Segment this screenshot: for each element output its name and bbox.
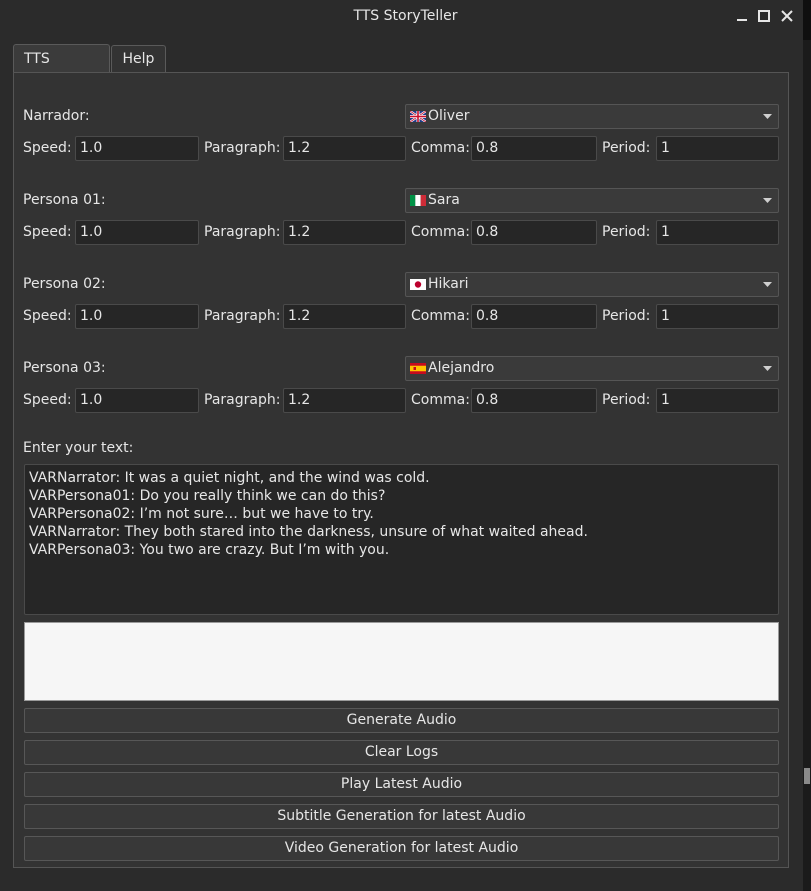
paragraph-label: Paragraph: — [204, 140, 281, 156]
narrador-comma-input[interactable]: 0.8 — [471, 136, 597, 161]
narrador-voice-value: Oliver — [428, 108, 470, 124]
japan-flag-icon — [410, 279, 426, 290]
chevron-down-icon — [763, 366, 772, 372]
tab-tts-engine[interactable]: TTS Engine — [13, 44, 110, 96]
close-icon[interactable] — [780, 9, 794, 23]
persona-03-period-input[interactable]: 1 — [656, 388, 779, 413]
title-bar: TTS StoryTeller — [0, 0, 811, 34]
window-title: TTS StoryTeller — [353, 8, 458, 24]
generate-audio-button[interactable]: Generate Audio — [24, 708, 779, 733]
persona-01-voice-select[interactable]: Sara — [405, 188, 779, 213]
persona-02-comma-input[interactable]: 0.8 — [471, 304, 597, 329]
persona-02-paragraph-input[interactable]: 1.2 — [283, 304, 406, 329]
chevron-down-icon — [763, 282, 772, 288]
narrador-label: Narrador: — [23, 108, 90, 124]
comma-label: Comma: — [411, 392, 470, 408]
persona-03-voice-select[interactable]: Alejandro — [405, 356, 779, 381]
persona-02-voice-value: Hikari — [428, 276, 469, 292]
period-label: Period: — [602, 140, 651, 156]
log-output[interactable] — [24, 622, 779, 701]
chevron-down-icon — [763, 198, 772, 204]
persona-02-voice-select[interactable]: Hikari — [405, 272, 779, 297]
narrador-period-input[interactable]: 1 — [656, 136, 779, 161]
persona-01-paragraph-input[interactable]: 1.2 — [283, 220, 406, 245]
text-line: VARNarrator: It was a quiet night, and t… — [29, 470, 430, 486]
persona-03-voice-value: Alejandro — [428, 360, 495, 376]
paragraph-label: Paragraph: — [204, 392, 281, 408]
tts-engine-panel: Narrador: Oliver Speed: 1.0 Paragraph: 1… — [13, 72, 789, 868]
minimize-icon[interactable] — [735, 9, 749, 23]
window-edge — [803, 0, 811, 891]
comma-label: Comma: — [411, 140, 470, 156]
scrollbar-thumb[interactable] — [804, 768, 810, 784]
text-line: VARPersona01: Do you really think we can… — [29, 488, 386, 504]
subtitle-generation-button[interactable]: Subtitle Generation for latest Audio — [24, 804, 779, 829]
persona-03-speed-input[interactable]: 1.0 — [75, 388, 199, 413]
speed-label: Speed: — [23, 392, 72, 408]
persona-01-label: Persona 01: — [23, 192, 106, 208]
narrador-voice-select[interactable]: Oliver — [405, 104, 779, 129]
italy-flag-icon — [410, 195, 426, 206]
speed-label: Speed: — [23, 140, 72, 156]
play-latest-audio-button[interactable]: Play Latest Audio — [24, 772, 779, 797]
comma-label: Comma: — [411, 224, 470, 240]
text-line: VARPersona02: I’m not sure… but we have … — [29, 506, 374, 522]
text-line: VARNarrator: They both stared into the d… — [29, 524, 588, 540]
persona-02-label: Persona 02: — [23, 276, 106, 292]
clear-logs-button[interactable]: Clear Logs — [24, 740, 779, 765]
persona-01-speed-input[interactable]: 1.0 — [75, 220, 199, 245]
speed-label: Speed: — [23, 224, 72, 240]
persona-02-period-input[interactable]: 1 — [656, 304, 779, 329]
persona-01-voice-value: Sara — [428, 192, 460, 208]
persona-02-speed-input[interactable]: 1.0 — [75, 304, 199, 329]
persona-03-paragraph-input[interactable]: 1.2 — [283, 388, 406, 413]
speed-label: Speed: — [23, 308, 72, 324]
tab-help[interactable]: Help — [111, 45, 166, 72]
period-label: Period: — [602, 308, 651, 324]
text-input-label: Enter your text: — [23, 440, 134, 456]
spain-flag-icon — [410, 363, 426, 374]
uk-flag-icon — [410, 111, 426, 122]
persona-01-comma-input[interactable]: 0.8 — [471, 220, 597, 245]
story-text-area[interactable]: VARNarrator: It was a quiet night, and t… — [24, 464, 779, 615]
period-label: Period: — [602, 392, 651, 408]
video-generation-button[interactable]: Video Generation for latest Audio — [24, 836, 779, 861]
maximize-icon[interactable] — [757, 9, 771, 23]
narrador-speed-input[interactable]: 1.0 — [75, 136, 199, 161]
narrador-paragraph-input[interactable]: 1.2 — [283, 136, 406, 161]
persona-03-comma-input[interactable]: 0.8 — [471, 388, 597, 413]
persona-01-period-input[interactable]: 1 — [656, 220, 779, 245]
paragraph-label: Paragraph: — [204, 308, 281, 324]
comma-label: Comma: — [411, 308, 470, 324]
text-line: VARPersona03: You two are crazy. But I’m… — [29, 542, 390, 558]
period-label: Period: — [602, 224, 651, 240]
persona-03-label: Persona 03: — [23, 360, 106, 376]
chevron-down-icon — [763, 114, 772, 120]
paragraph-label: Paragraph: — [204, 224, 281, 240]
